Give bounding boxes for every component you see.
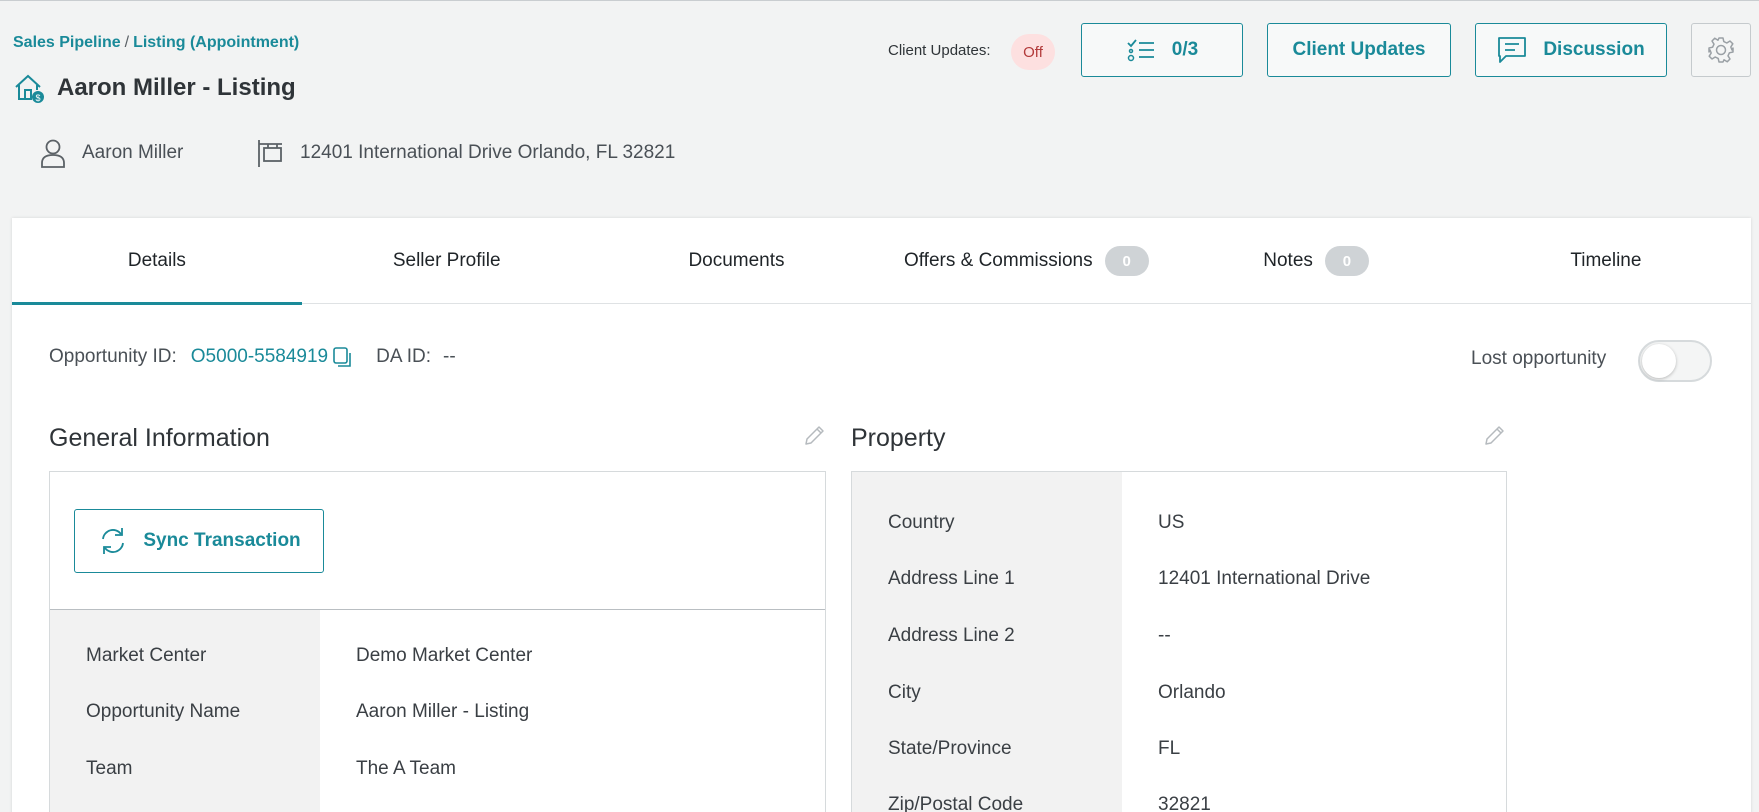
lost-opportunity-toggle[interactable] — [1638, 340, 1712, 382]
opportunity-id-link[interactable]: O5000-5584919 — [191, 346, 328, 368]
property-value: -- — [1158, 625, 1171, 646]
contact-name[interactable]: Aaron Miller — [82, 142, 183, 164]
client-updates-button[interactable]: Client Updates — [1267, 23, 1451, 77]
person-icon — [41, 139, 65, 168]
tab-timeline[interactable]: Timeline — [1461, 218, 1751, 304]
home-dollar-icon: $ — [15, 74, 44, 103]
property-label: Address Line 2 — [888, 625, 1015, 646]
checklist-icon — [1127, 39, 1154, 62]
property-value: FL — [1158, 738, 1181, 759]
property-label: Address Line 1 — [888, 568, 1015, 589]
top-border — [0, 0, 1759, 1]
title-row: $ Aaron Miller - Listing — [13, 72, 296, 104]
tab-label: Notes — [1263, 250, 1313, 271]
breadcrumb-sales-pipeline[interactable]: Sales Pipeline — [13, 34, 121, 51]
opportunity-id-label: Opportunity ID: — [49, 346, 177, 367]
client-updates-label: Client Updates: — [888, 42, 991, 59]
breadcrumb-separator: / — [124, 34, 130, 51]
property-label: Zip/Postal Code — [888, 794, 1024, 812]
info-value: Aaron Miller - Listing — [356, 701, 530, 722]
property-label: State/Province — [888, 738, 1012, 759]
tab-offers-commissions[interactable]: Offers & Commissions 0 — [881, 218, 1171, 304]
property-label: Country — [888, 512, 955, 533]
sync-transaction-label: Sync Transaction — [143, 530, 301, 551]
tab-notes[interactable]: Notes 0 — [1171, 218, 1461, 304]
da-id-value: -- — [443, 346, 456, 367]
checklist-button[interactable]: 0/3 — [1081, 23, 1243, 77]
lost-opportunity-label: Lost opportunity — [1471, 348, 1607, 369]
breadcrumb: Sales Pipeline / Listing (Appointment) — [13, 34, 299, 52]
tab-label: Offers & Commissions — [903, 250, 1093, 271]
property-value: Orlando — [1158, 682, 1226, 703]
opportunity-id-row: Opportunity ID: O5000-5584919 DA ID: -- — [49, 346, 456, 368]
da-id-label: DA ID: — [376, 346, 432, 367]
info-label: Market Center — [86, 645, 207, 666]
pencil-icon[interactable] — [802, 424, 826, 448]
pencil-icon[interactable] — [1482, 424, 1506, 448]
info-label: Opportunity Name — [86, 701, 241, 722]
toggle-knob — [1642, 344, 1676, 378]
svg-text:$: $ — [35, 93, 40, 103]
sync-icon — [102, 528, 125, 554]
property-value: 12401 International Drive — [1158, 568, 1371, 589]
chat-icon — [1498, 37, 1527, 63]
gear-icon — [1708, 37, 1734, 63]
general-information-panel: Sync Transaction Market Center Demo Mark… — [49, 471, 826, 812]
client-updates-button-label: Client Updates — [1292, 39, 1426, 60]
info-value: Demo Market Center — [356, 645, 533, 666]
property-label: City — [888, 682, 921, 703]
opportunity-card: Details Seller Profile Documents Offers … — [12, 218, 1751, 812]
tab-seller-profile[interactable]: Seller Profile — [302, 218, 592, 304]
settings-button[interactable] — [1691, 23, 1751, 77]
copy-icon[interactable] — [332, 346, 352, 368]
property-value: 32821 — [1158, 794, 1211, 812]
page-title: Aaron Miller - Listing — [57, 74, 296, 101]
tab-label: Seller Profile — [392, 250, 501, 271]
property-address: 12401 International Drive Orlando, FL 32… — [300, 142, 676, 163]
info-label: Team — [86, 758, 133, 779]
info-value: The A Team — [356, 758, 456, 779]
property-value: US — [1158, 512, 1185, 533]
breadcrumb-listing[interactable]: Listing (Appointment) — [133, 34, 299, 51]
address-info: 12401 International Drive Orlando, FL 32… — [256, 138, 675, 168]
count-badge: 0 — [1104, 246, 1149, 276]
tab-details[interactable]: Details — [12, 218, 302, 305]
property-panel: Country US Address Line 1 12401 Internat… — [851, 471, 1507, 812]
general-information-title: General Information — [49, 424, 270, 452]
client-updates-status-badge: Off — [1011, 34, 1055, 70]
tab-label: Documents — [688, 250, 785, 271]
property-title: Property — [851, 424, 946, 452]
signpost-icon — [258, 140, 282, 167]
count-badge: 0 — [1324, 246, 1369, 276]
tab-documents[interactable]: Documents — [592, 218, 882, 304]
sync-transaction-button[interactable]: Sync Transaction — [74, 509, 324, 573]
tab-label: Timeline — [1570, 250, 1642, 271]
tab-label: Details — [127, 250, 186, 271]
discussion-button[interactable]: Discussion — [1475, 23, 1667, 77]
discussion-button-label: Discussion — [1543, 39, 1645, 60]
contact-info: Aaron Miller — [40, 138, 183, 168]
tab-bar: Details Seller Profile Documents Offers … — [12, 218, 1751, 305]
checklist-count: 0/3 — [1171, 39, 1199, 60]
